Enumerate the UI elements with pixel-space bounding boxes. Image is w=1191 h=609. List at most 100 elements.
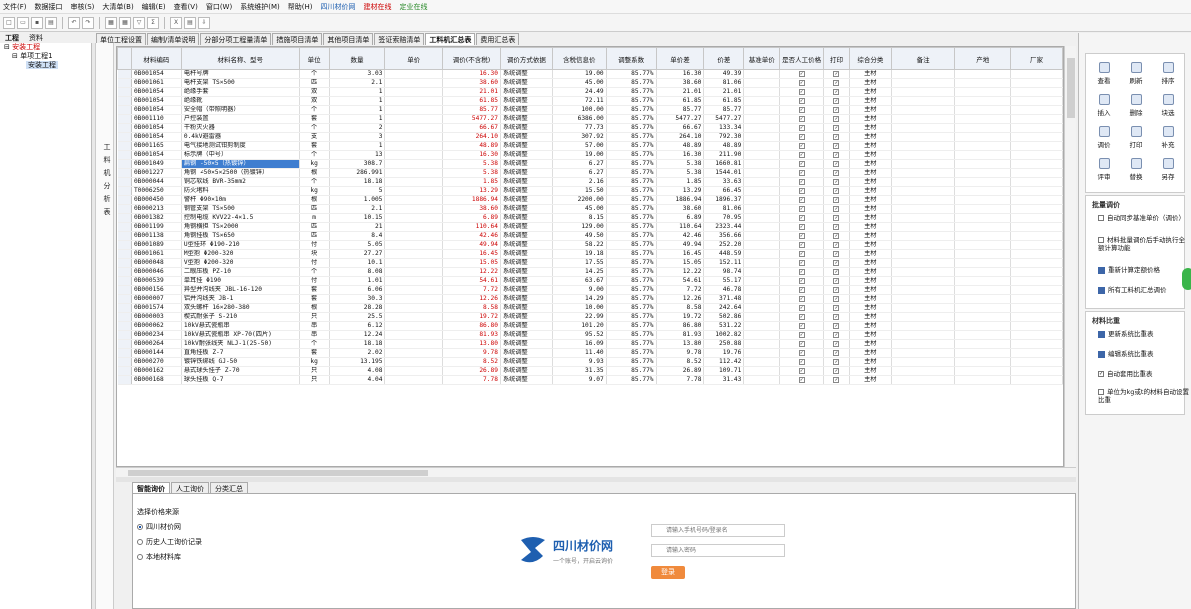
info-price-cell[interactable]: 11.40 <box>552 348 607 358</box>
category-cell[interactable]: 主材 <box>849 132 892 142</box>
checkbox-icon[interactable]: ✓ <box>833 251 840 257</box>
info-price-cell[interactable]: 6.27 <box>552 159 607 169</box>
price-diff-cell[interactable]: 250.88 <box>703 339 745 349</box>
base-unit-price-cell[interactable] <box>743 330 781 340</box>
price-diff-cell[interactable]: 502.86 <box>703 312 745 322</box>
tab-bill[interactable]: 分部分项工程量清单 <box>200 33 272 45</box>
checkbox-icon[interactable]: ✓ <box>1098 371 1104 377</box>
checkbox-icon[interactable]: ✓ <box>833 359 840 365</box>
price-diff-cell[interactable]: 109.71 <box>703 366 745 376</box>
material-code-cell[interactable]: 0B000048 <box>131 258 182 268</box>
unit-diff-cell[interactable]: 16.30 <box>656 69 705 79</box>
base-price-cell[interactable] <box>384 366 444 376</box>
print-cell[interactable]: ✓ <box>823 213 850 223</box>
category-cell[interactable]: 主材 <box>849 303 892 313</box>
base-unit-price-cell[interactable] <box>743 96 781 106</box>
checkbox-icon[interactable]: ✓ <box>833 152 840 158</box>
print-cell[interactable]: ✓ <box>823 231 850 241</box>
adjust-method-cell[interactable]: 系统调整 <box>500 69 553 79</box>
print-cell[interactable]: ✓ <box>823 141 850 151</box>
remark-cell[interactable] <box>891 123 956 133</box>
price-diff-cell[interactable]: 371.48 <box>703 294 745 304</box>
checkbox-icon[interactable]: ✓ <box>798 296 805 302</box>
unit-diff-cell[interactable]: 16.45 <box>656 249 705 259</box>
remark-cell[interactable] <box>891 78 956 88</box>
material-name-cell[interactable]: 直角挂板 Z-7 <box>181 348 300 358</box>
price-diff-cell[interactable]: 1896.37 <box>703 195 745 205</box>
origin-cell[interactable] <box>954 150 1012 160</box>
is-labor-cell[interactable]: ✓ <box>779 321 824 331</box>
price-diff-cell[interactable]: 98.74 <box>703 267 745 277</box>
origin-cell[interactable] <box>954 303 1012 313</box>
checkbox-icon[interactable]: ✓ <box>798 170 805 176</box>
adjusted-price-cell[interactable]: 54.61 <box>442 276 501 286</box>
base-price-cell[interactable] <box>384 249 444 259</box>
base-unit-price-cell[interactable] <box>743 204 781 214</box>
remark-cell[interactable] <box>891 105 956 115</box>
origin-cell[interactable] <box>954 87 1012 97</box>
info-price-cell[interactable]: 24.49 <box>552 87 607 97</box>
print-cell[interactable]: ✓ <box>823 258 850 268</box>
remark-cell[interactable] <box>891 249 956 259</box>
adjust-method-cell[interactable]: 系统调整 <box>500 330 553 340</box>
info-price-cell[interactable]: 19.00 <box>552 150 607 160</box>
quantity-cell[interactable]: 1 <box>329 105 386 115</box>
manufacturer-cell[interactable] <box>1010 330 1063 340</box>
price-diff-cell[interactable]: 5477.27 <box>703 114 745 124</box>
price-diff-cell[interactable]: 55.17 <box>703 276 745 286</box>
table-row[interactable]: 0B000264 10kV耐张线夹 NLJ-1(25-50) 个 18.18 13.80… <box>117 339 1063 349</box>
quantity-cell[interactable]: 4.04 <box>329 375 386 385</box>
table-row[interactable]: 0B000270 镀锌铁绑线 GJ-50 kg 13.195 8.52 系统调整 9.93 8… <box>117 357 1063 367</box>
adjusted-price-cell[interactable]: 86.80 <box>442 321 501 331</box>
base-unit-price-cell[interactable] <box>743 150 781 160</box>
origin-cell[interactable] <box>954 276 1012 286</box>
info-price-cell[interactable]: 58.22 <box>552 240 607 250</box>
price-diff-cell[interactable]: 1660.81 <box>703 159 745 169</box>
remark-cell[interactable] <box>891 294 956 304</box>
base-unit-price-cell[interactable] <box>743 105 781 115</box>
coefficient-cell[interactable]: 85.77% <box>606 339 657 349</box>
coefficient-cell[interactable]: 85.77% <box>606 240 657 250</box>
row-header-cell[interactable] <box>117 69 132 79</box>
origin-cell[interactable] <box>954 375 1012 385</box>
origin-cell[interactable] <box>954 339 1012 349</box>
remark-cell[interactable] <box>891 312 956 322</box>
category-cell[interactable]: 主材 <box>849 168 892 178</box>
coefficient-cell[interactable]: 85.77% <box>606 357 657 367</box>
checkbox-icon[interactable]: ✓ <box>833 161 840 167</box>
checkbox-icon[interactable]: ✓ <box>833 269 840 275</box>
material-code-cell[interactable]: 0B001054 <box>131 150 182 160</box>
base-price-cell[interactable] <box>384 267 444 277</box>
category-cell[interactable]: 主材 <box>849 231 892 241</box>
quantity-cell[interactable]: 3.03 <box>329 69 386 79</box>
info-price-cell[interactable]: 2.16 <box>552 177 607 187</box>
base-price-cell[interactable] <box>384 168 444 178</box>
row-header-cell[interactable] <box>117 366 132 376</box>
row-header-cell[interactable] <box>117 141 132 151</box>
base-price-cell[interactable] <box>384 357 444 367</box>
unit-diff-cell[interactable]: 16.30 <box>656 150 705 160</box>
unit-diff-cell[interactable]: 5.38 <box>656 159 705 169</box>
adjusted-price-cell[interactable]: 13.80 <box>442 339 501 349</box>
row-header-cell[interactable] <box>117 186 132 196</box>
radio-option-history[interactable]: 历史人工询价记录 <box>137 537 267 547</box>
base-price-cell[interactable] <box>384 321 444 331</box>
material-code-cell[interactable]: 0B001049 <box>131 159 182 169</box>
column-header[interactable]: 调价(不含税) <box>442 47 501 70</box>
coefficient-cell[interactable]: 85.77% <box>606 168 657 178</box>
is-labor-cell[interactable]: ✓ <box>779 141 824 151</box>
manufacturer-cell[interactable] <box>1010 159 1063 169</box>
coefficient-cell[interactable]: 85.77% <box>606 87 657 97</box>
adjust-method-cell[interactable]: 系统调整 <box>500 159 553 169</box>
coefficient-cell[interactable]: 85.77% <box>606 96 657 106</box>
coefficient-cell[interactable]: 85.77% <box>606 213 657 223</box>
printer-icon[interactable]: ▤ <box>184 16 196 29</box>
menu-audit[interactable]: 审核(S) <box>71 2 95 12</box>
adjusted-price-cell[interactable]: 16.30 <box>442 150 501 160</box>
checkbox-icon[interactable]: ✓ <box>833 377 840 383</box>
unit-diff-cell[interactable]: 38.60 <box>656 204 705 214</box>
adjusted-price-cell[interactable]: 7.78 <box>442 375 501 385</box>
info-price-cell[interactable]: 14.29 <box>552 294 607 304</box>
column-header[interactable]: 综合分类 <box>848 47 892 70</box>
material-code-cell[interactable]: 0B000450 <box>131 195 182 205</box>
